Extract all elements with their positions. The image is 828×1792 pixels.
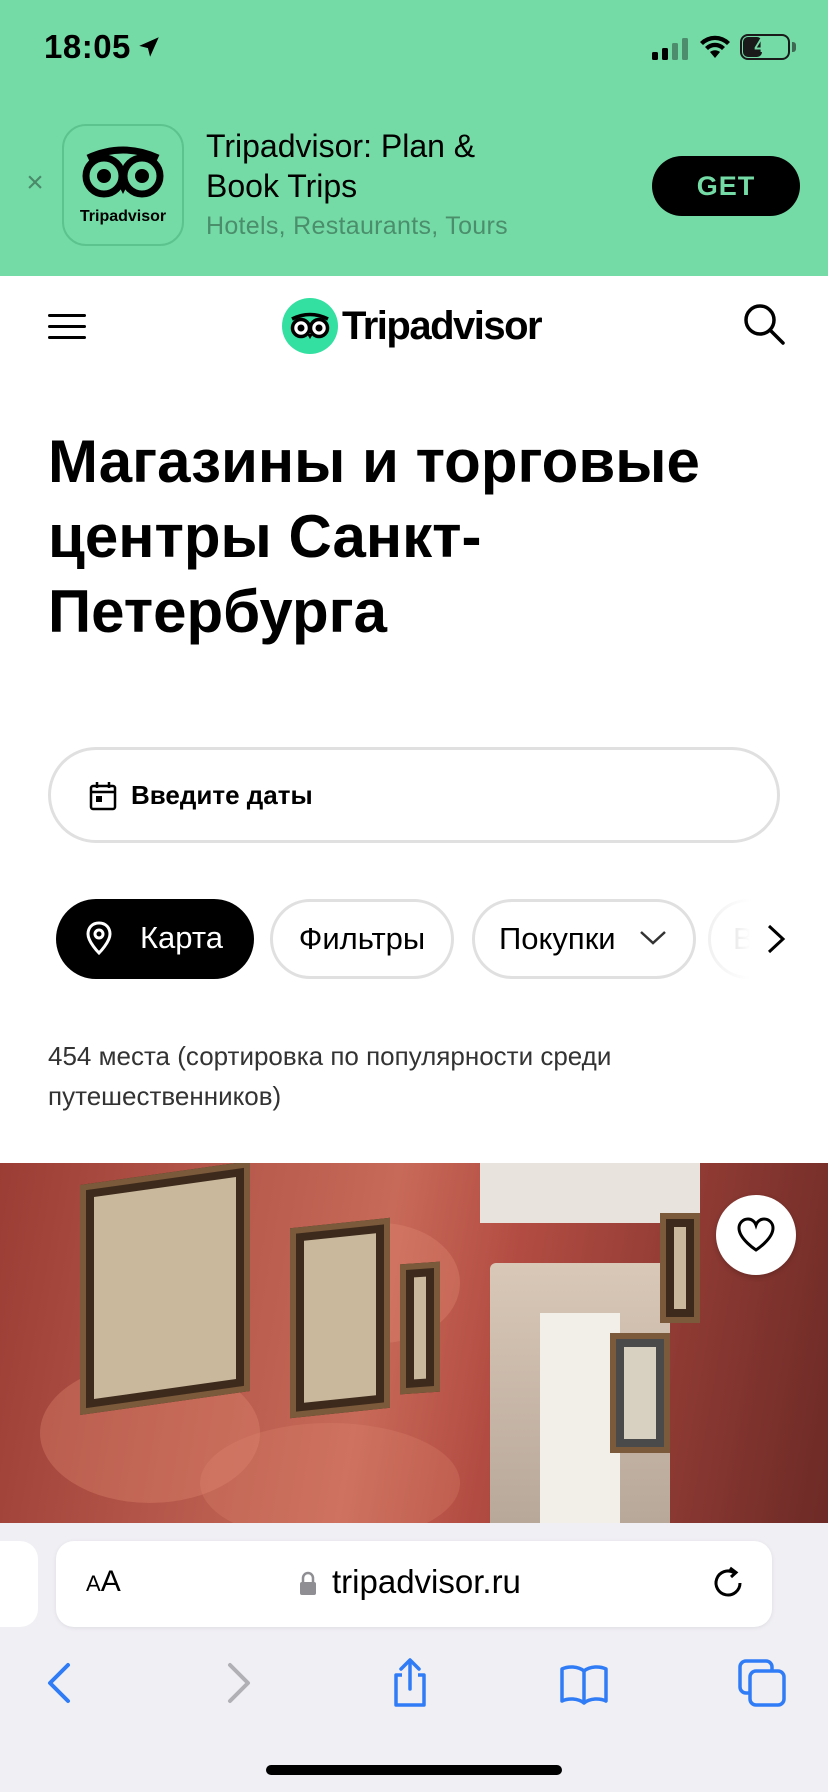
shopping-chip-label: Покупки: [499, 921, 616, 956]
tripadvisor-app-icon[interactable]: Tripadvisor: [62, 124, 184, 246]
get-app-button[interactable]: GET: [652, 156, 800, 216]
filters-chip[interactable]: Фильтры: [270, 899, 454, 979]
location-arrow-icon: [139, 37, 159, 57]
map-pin-icon: [86, 921, 112, 955]
filter-chips: Карта Фильтры Покупки Вы: [56, 899, 784, 979]
status-bar: 18:05 41: [0, 0, 828, 100]
app-install-banner: × Tripadvisor Tripadvisor: Plan & Book T…: [0, 100, 828, 276]
owl-logo-icon: [82, 146, 164, 198]
date-input-label: Введите даты: [131, 780, 313, 810]
tabs-icon[interactable]: [736, 1657, 788, 1709]
battery-level: 41: [754, 36, 776, 57]
page-title: Магазины и торговые центры Санкт-Петербу…: [48, 428, 700, 645]
back-icon[interactable]: [36, 1657, 88, 1709]
home-indicator[interactable]: [266, 1765, 562, 1775]
address-bar[interactable]: AA tripadvisor.ru: [56, 1541, 772, 1627]
calendar-icon: [89, 782, 117, 811]
app-subtitle: Hotels, Restaurants, Tours: [206, 212, 508, 240]
app-title: Tripadvisor: Plan & Book Trips: [206, 128, 476, 204]
save-favorite-button[interactable]: [716, 1195, 796, 1275]
battery-icon: 41: [740, 34, 790, 60]
logo-text: Tripadvisor: [342, 304, 543, 348]
search-icon[interactable]: [742, 302, 786, 346]
text-size-button[interactable]: AA: [86, 1565, 121, 1599]
wifi-icon: [700, 35, 730, 58]
reload-icon[interactable]: [710, 1565, 746, 1601]
app-icon-brand: Tripadvisor: [79, 208, 167, 225]
forward-icon[interactable]: [210, 1657, 262, 1709]
date-picker-input[interactable]: Введите даты: [48, 747, 780, 843]
cellular-signal-icon: [652, 38, 688, 60]
chevron-right-icon[interactable]: [766, 924, 786, 954]
filters-chip-label: Фильтры: [298, 921, 426, 956]
url-text: tripadvisor.ru: [332, 1563, 521, 1600]
result-count: 454 места (сортировка по популярности ср…: [48, 1041, 612, 1111]
heart-icon: [737, 1217, 775, 1252]
hamburger-menu-icon[interactable]: [48, 314, 86, 340]
site-header: Tripadvisor: [0, 276, 828, 374]
bookmarks-icon[interactable]: [558, 1657, 610, 1709]
status-time: 18:05: [44, 28, 131, 65]
share-icon[interactable]: [384, 1657, 436, 1709]
chevron-down-icon: [640, 931, 666, 945]
listing-photo[interactable]: [0, 1163, 828, 1523]
previous-tab-preview[interactable]: [0, 1541, 38, 1627]
map-chip-label: Карта: [140, 920, 223, 955]
shopping-chip[interactable]: Покупки: [472, 899, 696, 979]
lock-icon: [300, 1571, 316, 1595]
close-icon[interactable]: ×: [22, 168, 48, 198]
browser-chrome: AA tripadvisor.ru: [0, 1523, 828, 1792]
owl-logo-icon: [282, 298, 338, 354]
map-chip[interactable]: Карта: [56, 899, 254, 979]
battery-cap: [792, 42, 796, 52]
